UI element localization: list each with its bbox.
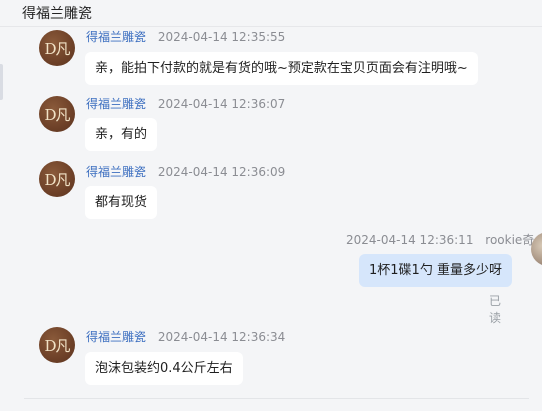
chat-header: 得福兰雕瓷 [0,0,542,27]
message-time: 2024-04-14 12:36:07 [157,97,286,111]
seller-avatar[interactable]: D凡 [39,96,75,132]
message-meta: 2024-04-14 12:36:11 rookie奇 [346,231,534,248]
seller-avatar[interactable]: D凡 [39,327,75,363]
message-time: 2024-04-14 12:36:11 [346,233,474,247]
message-bubble[interactable]: 亲，有的 [85,118,158,151]
chat-window: 得福兰雕瓷 D凡 得福兰雕瓷 2024-04-14 12:35:55 亲，能拍下… [0,0,542,411]
message-bubble[interactable]: 泡沫包装约0.4公斤左右 [85,352,243,385]
message-bubble[interactable]: 都有现货 [85,186,158,219]
message-meta: 得福兰雕瓷 2024-04-14 12:36:34 [86,328,285,345]
message-meta: 得福兰雕瓷 2024-04-14 12:36:09 [86,163,285,180]
sender-name[interactable]: 得福兰雕瓷 [86,30,146,44]
scroll-indicator[interactable] [0,64,3,100]
seller-avatar[interactable]: D凡 [39,161,75,197]
message-time: 2024-04-14 12:36:34 [157,330,286,344]
message-time: 2024-04-14 12:35:55 [157,30,286,44]
sender-name[interactable]: 得福兰雕瓷 [86,165,146,179]
seller-avatar[interactable]: D凡 [39,30,75,66]
message-time: 2024-04-14 12:36:09 [157,165,286,179]
read-status: 已读 [489,294,502,325]
sender-name[interactable]: rookie奇 [485,233,534,247]
divider [24,398,529,399]
sender-name[interactable]: 得福兰雕瓷 [86,97,146,111]
chat-title: 得福兰雕瓷 [22,6,92,22]
message-meta: 得福兰雕瓷 2024-04-14 12:36:07 [86,95,285,112]
message-meta: 得福兰雕瓷 2024-04-14 12:35:55 [86,28,285,45]
sender-name[interactable]: 得福兰雕瓷 [86,330,146,344]
message-bubble-self[interactable]: 1杯1碟1勺 重量多少呀 [359,254,512,287]
message-bubble[interactable]: 亲，能拍下付款的就是有货的哦~预定款在宝贝页面会有注明哦~ [85,52,478,85]
